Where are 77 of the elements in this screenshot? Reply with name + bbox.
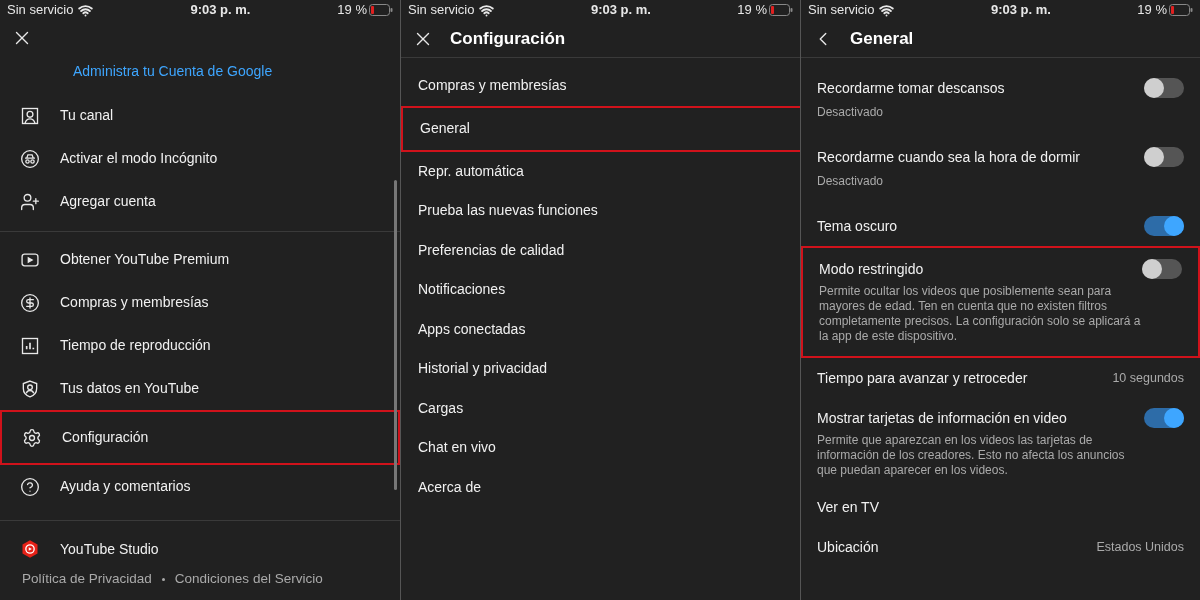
settings-item[interactable]: Repr. automática [401, 151, 800, 191]
menu-item[interactable]: Ayuda y comentarios [0, 465, 400, 508]
settings-item[interactable]: General [401, 105, 800, 152]
menu-item[interactable]: Tiempo de reproducción [0, 324, 400, 367]
battery-text: 19 % [737, 1, 767, 20]
setting-status: Desactivado [817, 173, 885, 190]
setting-label: Ver en TV [817, 497, 879, 517]
footer-link[interactable]: Condiciones del Servicio [174, 569, 323, 590]
menu-item[interactable]: Tu canal [0, 94, 400, 137]
settings-item[interactable]: Acerca de [401, 467, 800, 507]
setting-value: Estados Unidos [1096, 538, 1184, 556]
settings-item[interactable]: Chat en vivo [401, 428, 800, 468]
menu-item[interactable]: YouTube Studio [0, 529, 400, 569]
setting-row[interactable]: Tema oscuro [801, 206, 1200, 246]
carrier-text: Sin servicio [808, 1, 875, 20]
user-square-icon [20, 105, 40, 126]
setting-row[interactable]: Mostrar tarjetas de información en video Permite que aparezcan en los videos las tarjetas de información de los creadores. Esto no afecta los anuncios que puedan aparecer en los videos. [801, 398, 1200, 487]
toggle-switch[interactable] [1144, 147, 1184, 167]
settings-icon [22, 427, 42, 448]
toggle-switch[interactable] [1144, 408, 1184, 428]
add-user-icon [20, 191, 40, 212]
settings-item[interactable]: Prueba las nuevas funciones [401, 191, 800, 231]
menu-item[interactable]: Compras y membresías [0, 281, 400, 324]
menu-item[interactable]: Tus datos en YouTube [0, 367, 400, 410]
toggle-switch[interactable] [1144, 216, 1184, 236]
setting-row[interactable]: Tiempo para avanzar y retroceder 10 segundos [801, 358, 1200, 398]
setting-description: Permite que aparezcan en los videos las tarjetas de información de los creadores. Esto no afecta los anuncios que puedan aparecer en los videos. [817, 433, 1126, 478]
setting-label: Recordarme cuando sea la hora de dormir [817, 147, 1081, 167]
menu-item[interactable]: Obtener YouTube Premium [0, 238, 400, 281]
setting-description: Permite ocultar los videos que posiblemente sean para mayores de edad. Ten en cuenta que no existen filtros completamente precisos. La configuración solo se aplicará a la app de este dispositivo. [819, 284, 1142, 344]
clock-text: 9:03 p. m. [990, 1, 1051, 20]
settings-item[interactable]: Notificaciones [401, 270, 800, 310]
incognito-icon [20, 148, 40, 169]
settings-item[interactable]: Cargas [401, 388, 800, 428]
setting-label: Tema oscuro [817, 216, 898, 236]
battery-text: 19 % [1137, 1, 1167, 20]
shield-user-icon [20, 378, 40, 399]
dollar-icon [20, 292, 40, 313]
setting-value: 10 segundos [1112, 369, 1184, 387]
setting-label: Mostrar tarjetas de información en video [817, 408, 1067, 428]
settings-item[interactable]: Compras y membresías [401, 66, 800, 106]
footer-link[interactable]: Política de Privacidad [22, 569, 152, 590]
setting-row[interactable] [801, 246, 1200, 358]
setting-row[interactable]: Ver en TV [801, 487, 1200, 527]
wifi-icon [78, 2, 94, 18]
setting-row[interactable]: Ubicación Estados Unidos [801, 527, 1200, 567]
page-title: Configuración [450, 27, 566, 50]
page-title: General [850, 27, 914, 50]
setting-label: Recordarme tomar descansos [817, 78, 1005, 98]
settings-item[interactable]: Preferencias de calidad [401, 230, 800, 270]
wifi-icon [879, 2, 895, 18]
menu-item[interactable]: Activar el modo Incógnito [0, 137, 400, 180]
setting-status: Desactivado [817, 104, 885, 121]
menu-item[interactable]: Agregar cuenta [0, 180, 400, 223]
setting-row[interactable]: Recordarme tomar descansos Desactivado [801, 68, 1200, 137]
clock-text: 9:03 p. m. [590, 1, 651, 20]
toggle-switch[interactable] [1142, 259, 1182, 279]
bar-chart-icon [20, 335, 40, 356]
battery-text: 19 % [337, 1, 367, 20]
setting-label: Tiempo para avanzar y retroceder [817, 368, 1028, 388]
settings-item[interactable]: Apps conectadas [401, 309, 800, 349]
manage-account-link[interactable]: Administra tu Cuenta de Google [73, 60, 273, 82]
carrier-text: Sin servicio [408, 1, 475, 20]
setting-row[interactable]: Recordarme cuando sea la hora de dormir Desactivado [801, 137, 1200, 206]
clock-text: 9:03 p. m. [190, 1, 251, 20]
toggle-switch[interactable] [1144, 78, 1184, 98]
battery-icon [369, 4, 393, 16]
wifi-icon [479, 2, 495, 18]
settings-item[interactable]: Historial y privacidad [401, 349, 800, 389]
battery-icon [769, 4, 793, 16]
help-icon [20, 476, 40, 497]
battery-icon [1169, 4, 1193, 16]
setting-label: Ubicación [817, 537, 879, 557]
carrier-text: Sin servicio [7, 1, 74, 20]
menu-item[interactable]: Configuración [0, 410, 400, 465]
setting-label: Modo restringido [819, 259, 924, 279]
studio-logo-icon [20, 539, 40, 559]
